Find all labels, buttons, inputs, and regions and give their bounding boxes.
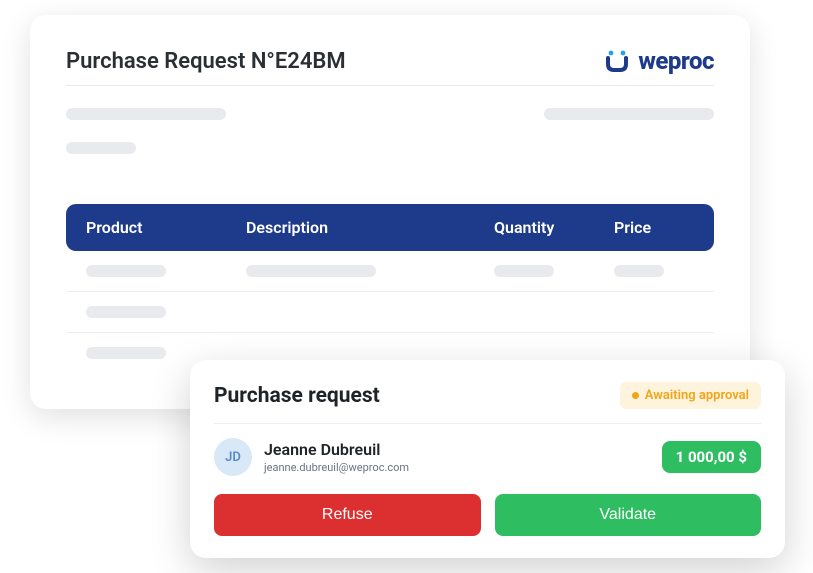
validate-button[interactable]: Validate <box>495 494 762 536</box>
header-divider <box>66 85 714 86</box>
brand-logo: weproc <box>604 47 714 75</box>
weproc-icon <box>604 48 630 74</box>
approval-header: Purchase request Awaiting approval <box>214 382 761 409</box>
approval-title: Purchase request <box>214 384 380 408</box>
requester-row: JD Jeanne Dubreuil jeanne.dubreuil@wepro… <box>214 438 761 476</box>
status-badge: Awaiting approval <box>620 382 761 409</box>
table-row <box>66 292 714 333</box>
purchase-request-document: Purchase Request N°E24BM weproc Product … <box>30 15 750 409</box>
document-header: Purchase Request N°E24BM weproc <box>66 47 714 75</box>
col-header-quantity: Quantity <box>494 218 614 237</box>
col-header-description: Description <box>246 218 494 237</box>
meta-placeholders <box>66 108 714 154</box>
page-title: Purchase Request N°E24BM <box>66 49 346 74</box>
amount-badge: 1 000,00 $ <box>662 441 761 473</box>
requester-name: Jeanne Dubreuil <box>264 440 409 459</box>
brand-name: weproc <box>638 47 714 75</box>
status-text: Awaiting approval <box>645 388 749 403</box>
table-header-row: Product Description Quantity Price <box>66 204 714 251</box>
status-dot-icon <box>632 392 639 399</box>
approval-card: Purchase request Awaiting approval JD Je… <box>190 360 785 558</box>
refuse-button[interactable]: Refuse <box>214 494 481 536</box>
col-header-product: Product <box>86 218 246 237</box>
avatar: JD <box>214 438 252 476</box>
action-buttons: Refuse Validate <box>214 494 761 536</box>
table-row <box>66 251 714 292</box>
approval-divider <box>214 423 761 424</box>
col-header-price: Price <box>614 218 694 237</box>
requester-email: jeanne.dubreuil@weproc.com <box>264 461 409 474</box>
